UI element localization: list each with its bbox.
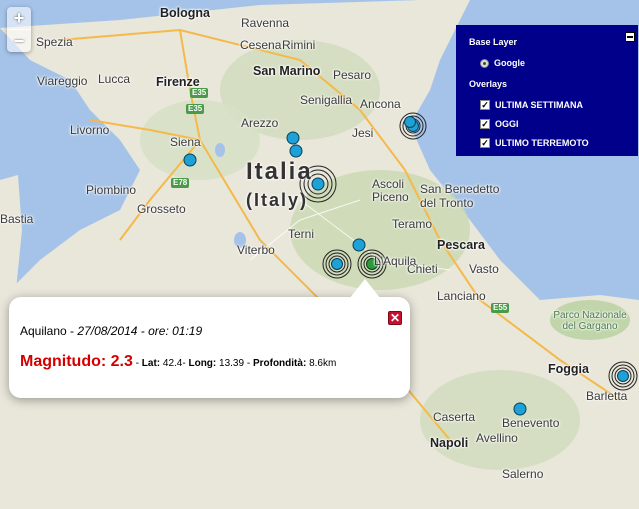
overlay-ultima-settimana[interactable]: ✓ ULTIMA SETTIMANA (480, 100, 583, 110)
popup-close-button[interactable]: ✕ (388, 311, 402, 325)
earthquake-popup: ✕ Aquilano - 27/08/2014 - ore: 01:19 Mag… (9, 279, 410, 398)
layer-switcher-minimize-button[interactable] (625, 32, 635, 42)
overlays-title: Overlays (469, 79, 508, 89)
place-siena: Siena (170, 135, 201, 149)
base-layer-google[interactable]: Google (480, 58, 525, 68)
layer-switcher: Base Layer Google Overlays ✓ ULTIMA SETT… (456, 25, 638, 156)
popup-header: Aquilano - 27/08/2014 - ore: 01:19 (20, 324, 202, 338)
overlay-oggi[interactable]: ✓ OGGI (480, 119, 519, 129)
zoom-out-button[interactable]: − (7, 29, 31, 52)
overlay-label: OGGI (495, 119, 519, 129)
place-bologna: Bologna (160, 6, 210, 20)
place-sanbenedetto: San Benedetto del Tronto (420, 182, 500, 210)
place-ravenna: Ravenna (241, 16, 290, 30)
place-salerno: Salerno (502, 467, 544, 481)
place-barletta: Barletta (586, 389, 628, 403)
place-teramo: Teramo (392, 217, 433, 231)
place-firenze: Firenze (156, 75, 200, 89)
place-ascoli: Ascoli Piceno (372, 177, 409, 204)
place-jesi: Jesi (352, 126, 374, 140)
place-lanciano: Lanciano (437, 289, 486, 303)
checkbox-checked-icon[interactable]: ✓ (480, 119, 490, 129)
place-spezia: Spezia (36, 35, 73, 49)
place-pesaro: Pesaro (333, 68, 372, 82)
place-gargano: Parco Nazionale del Gargano (553, 310, 627, 332)
earthquake-marker-siena[interactable] (183, 153, 197, 167)
checkbox-checked-icon[interactable]: ✓ (480, 138, 490, 148)
earthquake-marker-umbria-1[interactable] (286, 131, 300, 145)
zoom-in-button[interactable]: + (7, 7, 31, 29)
popup-depth-label: Profondità: (252, 358, 307, 369)
place-bastia: Bastia (0, 212, 34, 226)
base-layer-title: Base Layer (469, 37, 518, 47)
popup-lat: 42.4- (162, 358, 186, 369)
popup-long-label: Long: (188, 358, 217, 369)
road-e55: E55 (491, 303, 510, 313)
base-layer-google-label: Google (494, 58, 525, 68)
place-rimini: Rimini (282, 38, 316, 52)
place-vasto: Vasto (469, 262, 499, 276)
popup-lat-label: Lat: (141, 358, 161, 369)
road-e35-a: E35 (186, 104, 205, 114)
popup-long: 13.39 (219, 358, 245, 369)
place-cesena: Cesena (240, 38, 282, 52)
place-senigallia: Senigallia (300, 93, 353, 107)
popup-datetime: 27/08/2014 - ore: 01:19 (77, 324, 203, 338)
place-viterbo: Viterbo (237, 243, 275, 257)
road-e78: E78 (171, 178, 190, 188)
place-livorno: Livorno (70, 123, 110, 137)
earthquake-marker-umbria-2[interactable] (289, 144, 303, 158)
place-terni: Terni (288, 227, 315, 241)
popup-details: Magnitudo: 2.3 - Lat: 42.4- Long: 13.39 … (20, 353, 337, 370)
place-laquila: L'Aquila (374, 254, 417, 268)
popup-tip (349, 279, 381, 299)
place-arezzo: Arezzo (241, 116, 279, 130)
road-e35-b: E35 (190, 88, 209, 98)
country-name-en: (Italy) (246, 190, 309, 210)
place-ancona: Ancona (360, 97, 401, 111)
overlay-ultimo-terremoto[interactable]: ✓ ULTIMO TERREMOTO (480, 138, 589, 148)
overlay-label: ULTIMO TERREMOTO (495, 138, 589, 148)
earthquake-marker-ancona-2[interactable] (404, 116, 416, 128)
place-benevento: Benevento (502, 416, 560, 430)
place-caserta: Caserta (433, 410, 476, 424)
earthquake-marker-benevento[interactable] (513, 402, 527, 416)
place-grosseto: Grosseto (137, 202, 186, 216)
popup-magnitude: Magnitudo: 2.3 (20, 353, 133, 370)
earthquake-marker-laquila-north[interactable] (352, 238, 366, 252)
place-napoli: Napoli (430, 436, 469, 450)
zoom-control: + − (7, 7, 31, 52)
place-viareggio: Viareggio (37, 74, 88, 88)
overlay-label: ULTIMA SETTIMANA (495, 100, 583, 110)
checkbox-checked-icon[interactable]: ✓ (480, 100, 490, 110)
popup-location: Aquilano (20, 324, 67, 338)
place-foggia: Foggia (548, 362, 589, 376)
country-name: Italia (246, 158, 313, 185)
place-sanmarino: San Marino (253, 64, 321, 78)
popup-separator: - (66, 324, 78, 338)
popup-depth: 8.6km (309, 358, 337, 369)
place-lucca: Lucca (98, 72, 131, 86)
radio-google-icon[interactable] (480, 58, 489, 68)
place-pescara: Pescara (437, 238, 485, 252)
place-piombino: Piombino (86, 183, 137, 197)
place-avellino: Avellino (476, 431, 518, 445)
